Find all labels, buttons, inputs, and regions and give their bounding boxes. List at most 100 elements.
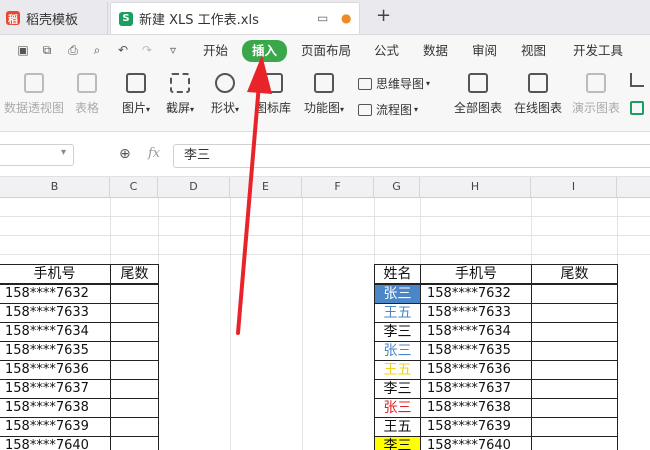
menu-data[interactable]: 数据 xyxy=(423,42,448,60)
save-icon[interactable]: ▣ xyxy=(16,43,30,57)
col-header-b[interactable]: B xyxy=(0,177,110,197)
left-tail-cell[interactable] xyxy=(110,398,159,418)
menu-review[interactable]: 审阅 xyxy=(472,42,497,60)
monitor-icon[interactable]: ▭ xyxy=(317,11,328,25)
right-name-cell[interactable]: 张三 xyxy=(374,398,421,418)
online-charts-button[interactable]: 在线图表 xyxy=(512,67,564,116)
col-header-i[interactable]: I xyxy=(531,177,617,197)
customize-chevron-icon[interactable]: ▿ xyxy=(166,43,180,57)
left-header-tail[interactable]: 尾数 xyxy=(110,264,159,284)
right-tail-cell[interactable] xyxy=(531,360,618,380)
left-tail-cell[interactable] xyxy=(110,436,159,450)
right-phone-cell[interactable]: 158****7636 xyxy=(420,360,532,380)
right-tail-cell[interactable] xyxy=(531,436,618,450)
left-phone-cell[interactable]: 158****7634 xyxy=(0,322,111,342)
right-phone-cell[interactable]: 158****7639 xyxy=(420,417,532,437)
export-icon[interactable]: ⧉ xyxy=(40,43,54,57)
right-name-cell[interactable]: 张三 xyxy=(374,284,421,304)
right-tail-cell[interactable] xyxy=(531,322,618,342)
tab-templates[interactable]: 稻 稻壳模板 xyxy=(0,2,108,34)
cell-grid[interactable]: 手机号 尾数 158****7632 158****7633 158****7634… xyxy=(0,198,650,450)
left-phone-cell[interactable]: 158****7640 xyxy=(0,436,111,450)
table-button[interactable]: 表格 xyxy=(72,67,102,116)
col-header-j[interactable] xyxy=(617,177,650,197)
right-tail-cell[interactable] xyxy=(531,417,618,437)
col-header-e[interactable]: E xyxy=(230,177,302,197)
right-phone-cell[interactable]: 158****7635 xyxy=(420,341,532,361)
menu-formula[interactable]: 公式 xyxy=(374,42,399,60)
mind-map-button[interactable]: 思维导图 ▾ xyxy=(358,75,430,92)
right-header-phone[interactable]: 手机号 xyxy=(420,264,532,284)
right-header-name[interactable]: 姓名 xyxy=(374,264,421,284)
function-chart-button[interactable]: 功能图▾ xyxy=(300,67,348,116)
chevron-down-icon[interactable]: ▾ xyxy=(61,147,66,158)
menu-page-layout[interactable]: 页面布局 xyxy=(301,42,351,60)
shapes-button[interactable]: 形状▾ xyxy=(207,67,243,116)
right-tail-cell[interactable] xyxy=(531,303,618,323)
col-header-d[interactable]: D xyxy=(158,177,230,197)
screenshot-button[interactable]: 截屏▾ xyxy=(162,67,198,116)
left-header-phone[interactable]: 手机号 xyxy=(0,264,111,284)
col-header-f[interactable]: F xyxy=(302,177,374,197)
column-chart-icon[interactable] xyxy=(630,73,644,87)
left-phone-cell[interactable]: 158****7632 xyxy=(0,284,111,304)
print-preview-icon[interactable]: ⌕ xyxy=(90,43,104,57)
left-tail-cell[interactable] xyxy=(110,417,159,437)
demo-chart-icon xyxy=(586,73,606,93)
col-header-h[interactable]: H xyxy=(420,177,531,197)
icon-library-button[interactable]: 图标库 xyxy=(254,67,292,116)
menu-view[interactable]: 视图 xyxy=(521,42,546,60)
menu-insert[interactable]: 插入 xyxy=(242,40,288,62)
fx-icon[interactable]: fx xyxy=(148,146,160,161)
left-tail-cell[interactable] xyxy=(110,379,159,399)
right-name-cell[interactable]: 李三 xyxy=(374,436,421,450)
left-phone-cell[interactable]: 158****7636 xyxy=(0,360,111,380)
right-tail-cell[interactable] xyxy=(531,379,618,399)
name-box[interactable]: ▾ xyxy=(0,144,74,166)
left-phone-cell[interactable]: 158****7637 xyxy=(0,379,111,399)
right-tail-cell[interactable] xyxy=(531,284,618,304)
left-phone-cell[interactable]: 158****7638 xyxy=(0,398,111,418)
formula-input[interactable]: 李三 xyxy=(173,144,650,168)
right-name-cell[interactable]: 王五 xyxy=(374,360,421,380)
demo-chart-button[interactable]: 演示图表 xyxy=(570,67,622,116)
new-tab-button[interactable]: + xyxy=(376,5,391,26)
spreadsheet-logo-icon: S xyxy=(119,11,133,26)
left-tail-cell[interactable] xyxy=(110,360,159,380)
tab-workbook[interactable]: S 新建 XLS 工作表.xls ▭ ● xyxy=(110,2,360,34)
right-phone-cell[interactable]: 158****7638 xyxy=(420,398,532,418)
right-phone-cell[interactable]: 158****7633 xyxy=(420,303,532,323)
col-header-g[interactable]: G xyxy=(374,177,420,197)
right-phone-cell[interactable]: 158****7634 xyxy=(420,322,532,342)
right-phone-cell[interactable]: 158****7637 xyxy=(420,379,532,399)
picture-button[interactable]: 图片▾ xyxy=(118,67,154,116)
right-name-cell[interactable]: 张三 xyxy=(374,341,421,361)
right-tail-cell[interactable] xyxy=(531,398,618,418)
left-tail-cell[interactable] xyxy=(110,284,159,304)
sparkline-icon[interactable] xyxy=(630,101,644,115)
menu-developer[interactable]: 开发工具 xyxy=(573,42,623,60)
right-phone-cell[interactable]: 158****7640 xyxy=(420,436,532,450)
left-phone-cell[interactable]: 158****7635 xyxy=(0,341,111,361)
left-phone-cell[interactable]: 158****7639 xyxy=(0,417,111,437)
zoom-icon[interactable]: ⊕ xyxy=(119,146,131,162)
right-name-cell[interactable]: 王五 xyxy=(374,417,421,437)
right-name-cell[interactable]: 王五 xyxy=(374,303,421,323)
left-tail-cell[interactable] xyxy=(110,322,159,342)
print-icon[interactable]: ⎙ xyxy=(66,43,80,57)
right-tail-cell[interactable] xyxy=(531,341,618,361)
pivot-chart-button[interactable]: 数据透视图 xyxy=(4,67,64,116)
right-phone-cell[interactable]: 158****7632 xyxy=(420,284,532,304)
redo-icon[interactable]: ↷ xyxy=(140,43,154,57)
left-phone-cell[interactable]: 158****7633 xyxy=(0,303,111,323)
right-name-cell[interactable]: 李三 xyxy=(374,379,421,399)
left-tail-cell[interactable] xyxy=(110,341,159,361)
col-header-c[interactable]: C xyxy=(110,177,158,197)
all-charts-button[interactable]: 全部图表 xyxy=(452,67,504,116)
flowchart-button[interactable]: 流程图 ▾ xyxy=(358,101,418,118)
undo-icon[interactable]: ↶ xyxy=(116,43,130,57)
right-header-tail[interactable]: 尾数 xyxy=(531,264,618,284)
menu-home[interactable]: 开始 xyxy=(203,42,228,60)
right-name-cell[interactable]: 李三 xyxy=(374,322,421,342)
left-tail-cell[interactable] xyxy=(110,303,159,323)
